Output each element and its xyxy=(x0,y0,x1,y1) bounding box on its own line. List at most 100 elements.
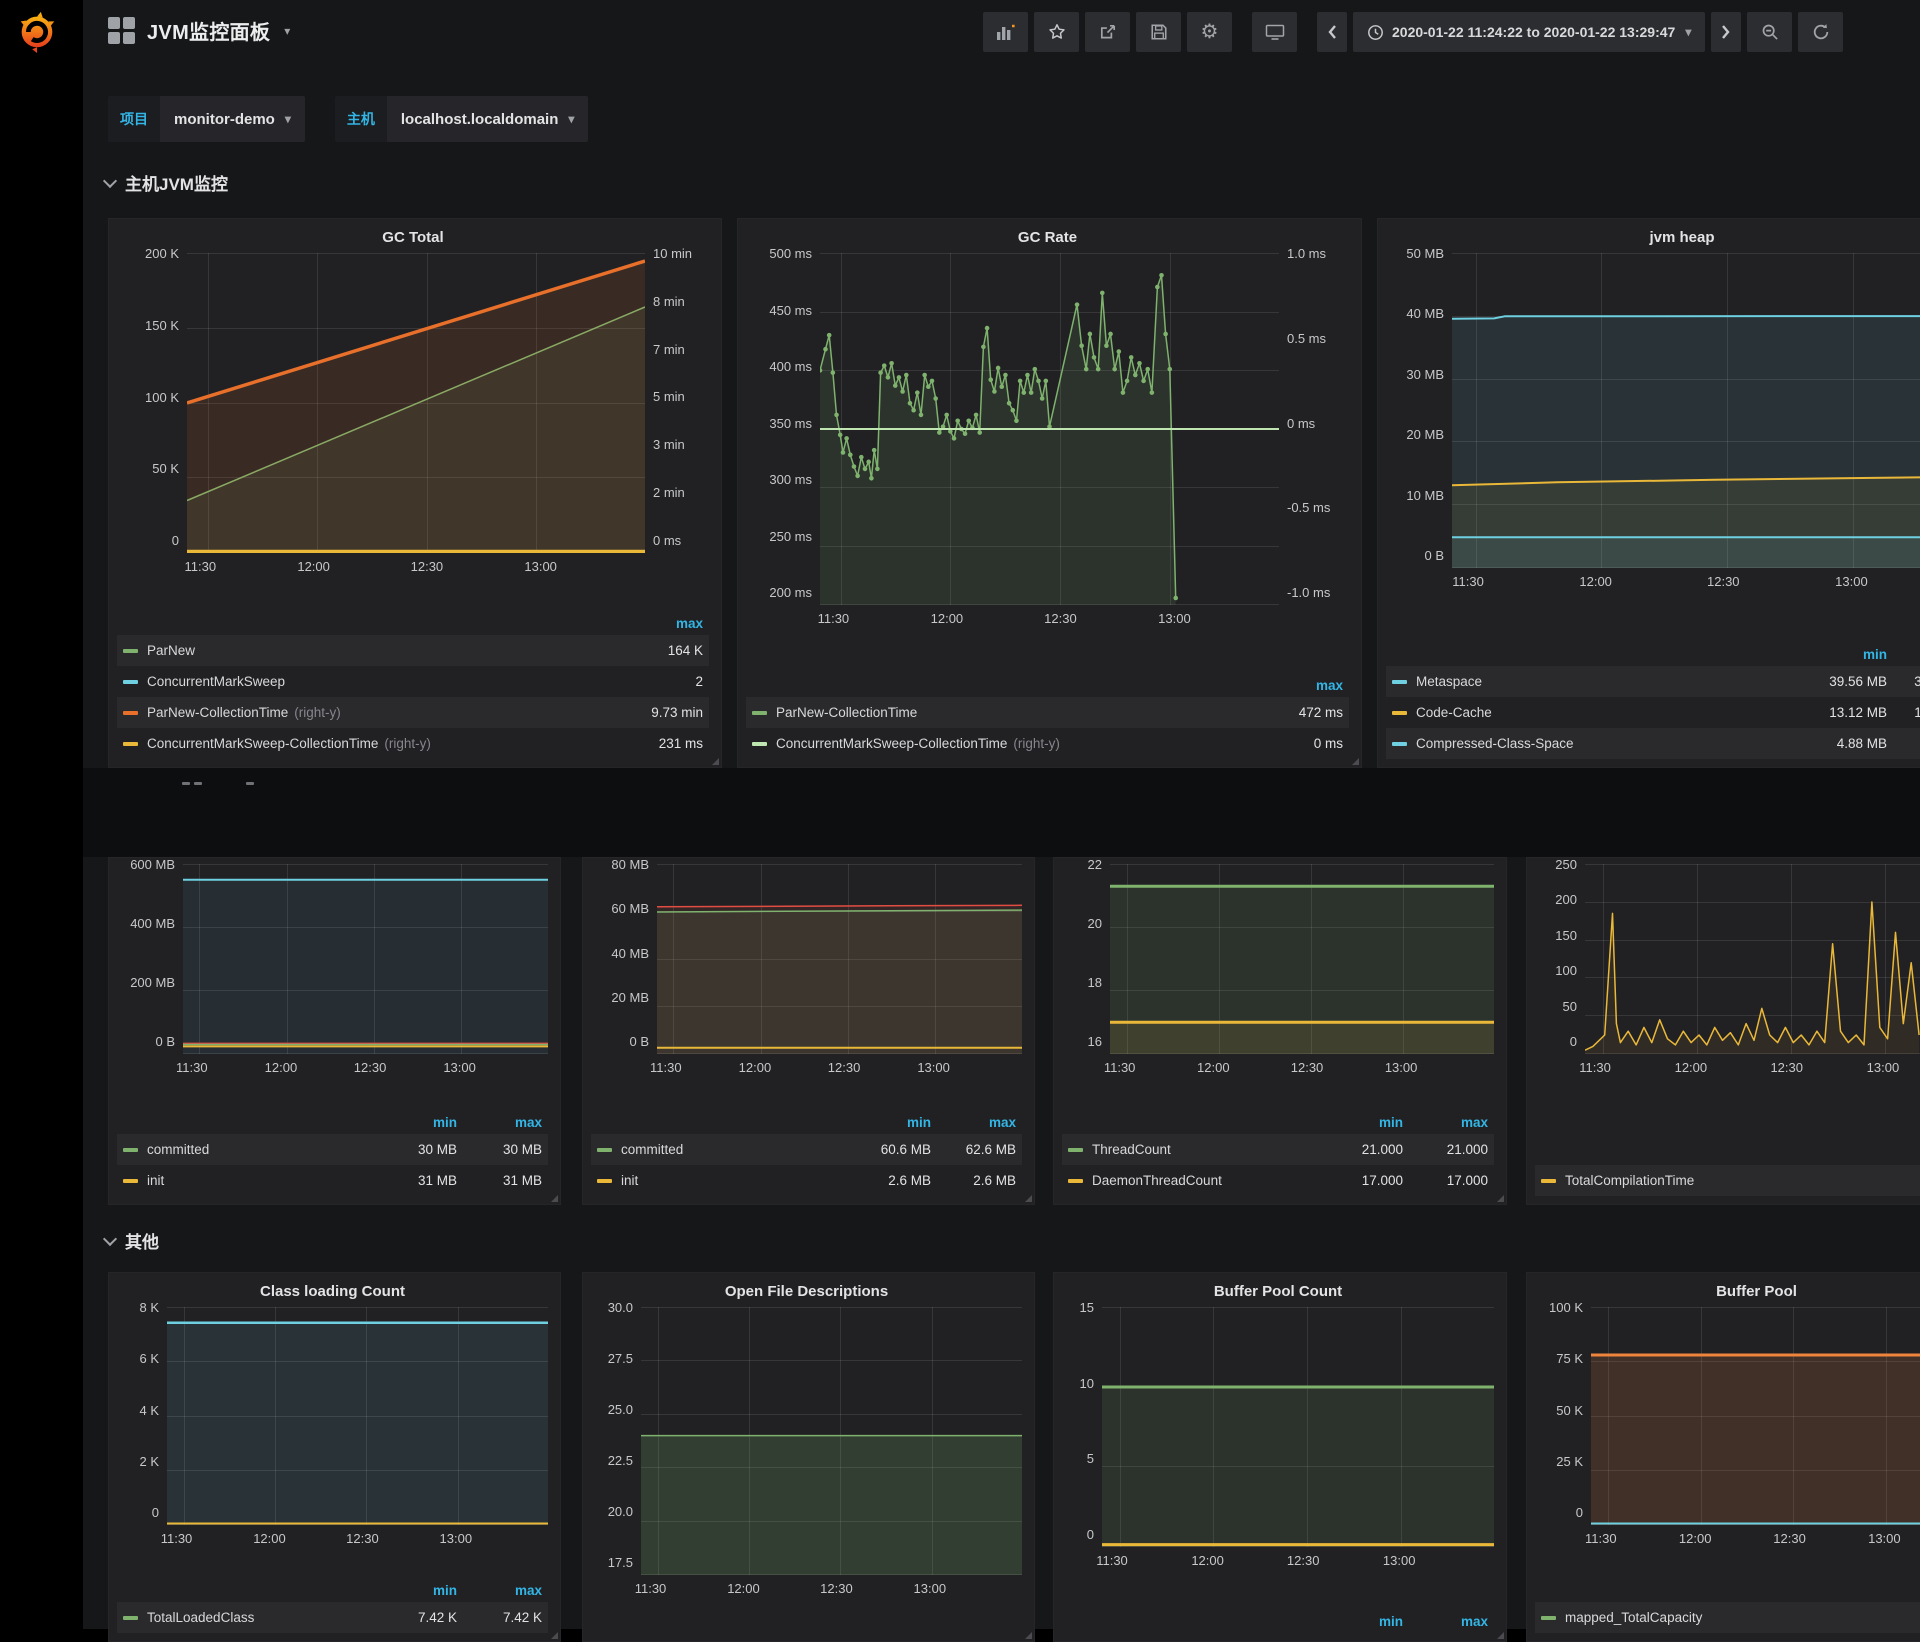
legend-col-max[interactable]: max xyxy=(618,616,703,631)
star-button[interactable] xyxy=(1034,12,1079,52)
legend-col-min[interactable]: min xyxy=(1318,1115,1403,1130)
panel-resize-handle[interactable] xyxy=(1497,1632,1504,1639)
section-jvm-header[interactable]: 主机JVM监控 xyxy=(105,170,228,195)
series-color-dash xyxy=(752,742,767,746)
panel-title[interactable]: GC Total xyxy=(117,225,709,253)
legend-col-max[interactable]: max xyxy=(1403,1614,1488,1629)
legend-col-max[interactable]: max xyxy=(1403,1115,1488,1130)
panel-title[interactable]: Class loading Count xyxy=(117,1279,548,1307)
panel-title[interactable]: Open File Descriptions xyxy=(591,1279,1022,1307)
panel-buffer-pool-count[interactable]: Buffer Pool Count15105011:3012:0012:3013… xyxy=(1053,1272,1507,1642)
series-name[interactable]: ParNew xyxy=(147,643,195,658)
series-name[interactable]: mapped_TotalCapacity xyxy=(1565,1610,1702,1625)
series-name[interactable]: DaemonThreadCount xyxy=(1092,1173,1222,1188)
panel-resize-handle[interactable] xyxy=(1025,1632,1032,1639)
series-value: 31 MB xyxy=(372,1173,457,1188)
panel-resize-handle[interactable] xyxy=(551,1632,558,1639)
legend-col-min[interactable]: min xyxy=(846,1115,931,1130)
variable-host[interactable]: 主机 localhost.localdomain ▾ xyxy=(335,96,589,142)
chart-svg xyxy=(1591,1307,1920,1525)
y-tick-label: 20 MB xyxy=(1406,428,1444,441)
x-axis: 11:3012:0012:3013:00 xyxy=(591,1579,1022,1601)
panel-title[interactable]: jvm heap xyxy=(1386,225,1920,253)
zoom-out-button[interactable] xyxy=(1747,12,1792,52)
legend-col-min[interactable]: min xyxy=(1887,1146,1920,1161)
panel-buffer-pool[interactable]: Buffer Pool100 K75 K50 K25 K011:3012:001… xyxy=(1526,1272,1920,1642)
legend-col-max[interactable]: max xyxy=(1258,678,1343,693)
time-shift-back-button[interactable] xyxy=(1317,12,1347,52)
legend-col-max[interactable]: max xyxy=(931,1115,1016,1130)
panel-resize-handle[interactable] xyxy=(1352,758,1359,765)
series-name[interactable]: init xyxy=(147,1173,164,1188)
refresh-button[interactable] xyxy=(1798,12,1843,52)
settings-button[interactable]: ⚙ xyxy=(1187,12,1232,52)
legend-col-min[interactable]: min xyxy=(1318,1614,1403,1629)
series-name[interactable]: Code-Cache xyxy=(1416,705,1492,720)
series-name[interactable]: ConcurrentMarkSweep xyxy=(147,674,285,689)
panel-memory-heap[interactable]: 600 MB400 MB200 MB0 B11:3012:0012:3013:0… xyxy=(108,857,561,1205)
series-name[interactable]: TotalLoadedClass xyxy=(147,1610,254,1625)
clock-icon xyxy=(1367,24,1384,41)
time-range-picker[interactable]: 2020-01-22 11:24:22 to 2020-01-22 13:29:… xyxy=(1353,12,1705,52)
series-name[interactable]: committed xyxy=(147,1142,209,1157)
series-name[interactable]: committed xyxy=(621,1142,683,1157)
legend-row: TotalLoadedClass7.42 K7.42 K xyxy=(117,1602,548,1633)
legend-col-max[interactable]: max xyxy=(1887,647,1920,662)
x-tick-label: 12:00 xyxy=(1191,1553,1224,1568)
panel-class-loading[interactable]: Class loading Count8 K6 K4 K2 K011:3012:… xyxy=(108,1272,561,1642)
dashboard-title[interactable]: JVM监控面板 xyxy=(147,16,270,45)
panel-jvm-heap[interactable]: jvm heap50 MB40 MB30 MB20 MB10 MB0 B11:3… xyxy=(1377,218,1920,768)
panel-compilation-time[interactable]: 25020015010050011:3012:0012:3013:00minTo… xyxy=(1526,857,1920,1205)
panel-memory-nonheap[interactable]: 80 MB60 MB40 MB20 MB0 B11:3012:0012:3013… xyxy=(582,857,1035,1205)
legend-col-min[interactable]: min xyxy=(372,1583,457,1598)
series-name[interactable]: ThreadCount xyxy=(1092,1142,1171,1157)
panel-resize-handle[interactable] xyxy=(1497,1195,1504,1202)
x-axis: 11:3012:0012:3013:00 xyxy=(1535,1529,1920,1551)
series-name[interactable]: ParNew-CollectionTime xyxy=(147,705,288,720)
series-name[interactable]: init xyxy=(621,1173,638,1188)
panel-open-files[interactable]: Open File Descriptions30.027.525.022.520… xyxy=(582,1272,1035,1642)
plot-area: 250200150100500 xyxy=(1535,864,1920,1054)
series-name[interactable]: Metaspace xyxy=(1416,674,1482,689)
panel-thread-count[interactable]: 2220181611:3012:0012:3013:00minmaxThread… xyxy=(1053,857,1507,1205)
panel-title[interactable]: Buffer Pool xyxy=(1535,1279,1920,1307)
cycle-view-button[interactable] xyxy=(1252,12,1297,52)
y-axis-left: 22201816 xyxy=(1062,858,1110,1048)
panel-resize-handle[interactable] xyxy=(551,1195,558,1202)
dashboard-grid-icon[interactable] xyxy=(108,17,135,44)
section-other-header[interactable]: 其他 xyxy=(105,1228,159,1253)
x-tick-label: 12:00 xyxy=(1675,1060,1708,1075)
legend-col-min[interactable]: min xyxy=(1887,1583,1920,1598)
time-shift-forward-button[interactable] xyxy=(1711,12,1741,52)
x-axis-labels: 11:3012:0012:3013:00 xyxy=(1444,572,1920,594)
legend-col-min[interactable]: min xyxy=(372,1115,457,1130)
series-name[interactable]: ConcurrentMarkSweep-CollectionTime xyxy=(147,736,378,751)
panel-title[interactable]: GC Rate xyxy=(746,225,1349,253)
add-panel-button[interactable] xyxy=(983,12,1028,52)
legend-col-min[interactable]: min xyxy=(1802,647,1887,662)
legend-col-max[interactable]: max xyxy=(457,1583,542,1598)
variable-project[interactable]: 项目 monitor-demo ▾ xyxy=(108,96,305,142)
panel-gc-total[interactable]: GC Total200 K150 K100 K50 K010 min8 min7… xyxy=(108,218,722,768)
series-value: 39.56 MB xyxy=(1802,674,1887,689)
save-button[interactable] xyxy=(1136,12,1181,52)
plot-area: 22201816 xyxy=(1062,864,1494,1054)
share-button[interactable] xyxy=(1085,12,1130,52)
series-name[interactable]: TotalCompilationTime xyxy=(1565,1173,1694,1188)
panel-resize-handle[interactable] xyxy=(1025,1195,1032,1202)
series-color-dash xyxy=(1068,1148,1083,1152)
legend-col-max[interactable]: max xyxy=(457,1115,542,1130)
panel-gc-rate[interactable]: GC Rate500 ms450 ms400 ms350 ms300 ms250… xyxy=(737,218,1362,768)
title-caret-icon[interactable]: ▾ xyxy=(284,24,290,38)
series-name[interactable]: ParNew-CollectionTime xyxy=(776,705,917,720)
grafana-logo[interactable] xyxy=(14,8,60,54)
series-name[interactable]: ConcurrentMarkSweep-CollectionTime xyxy=(776,736,1007,751)
y-tick-label: 100 K xyxy=(1549,1301,1583,1314)
legend-row: init31 MB31 MB xyxy=(117,1165,548,1196)
x-tick-label: 12:30 xyxy=(1773,1531,1806,1546)
refresh-icon xyxy=(1812,23,1830,41)
panel-title[interactable]: Buffer Pool Count xyxy=(1062,1279,1494,1307)
series-name[interactable]: Compressed-Class-Space xyxy=(1416,736,1574,751)
chart-canvas xyxy=(1452,253,1920,568)
panel-resize-handle[interactable] xyxy=(712,758,719,765)
